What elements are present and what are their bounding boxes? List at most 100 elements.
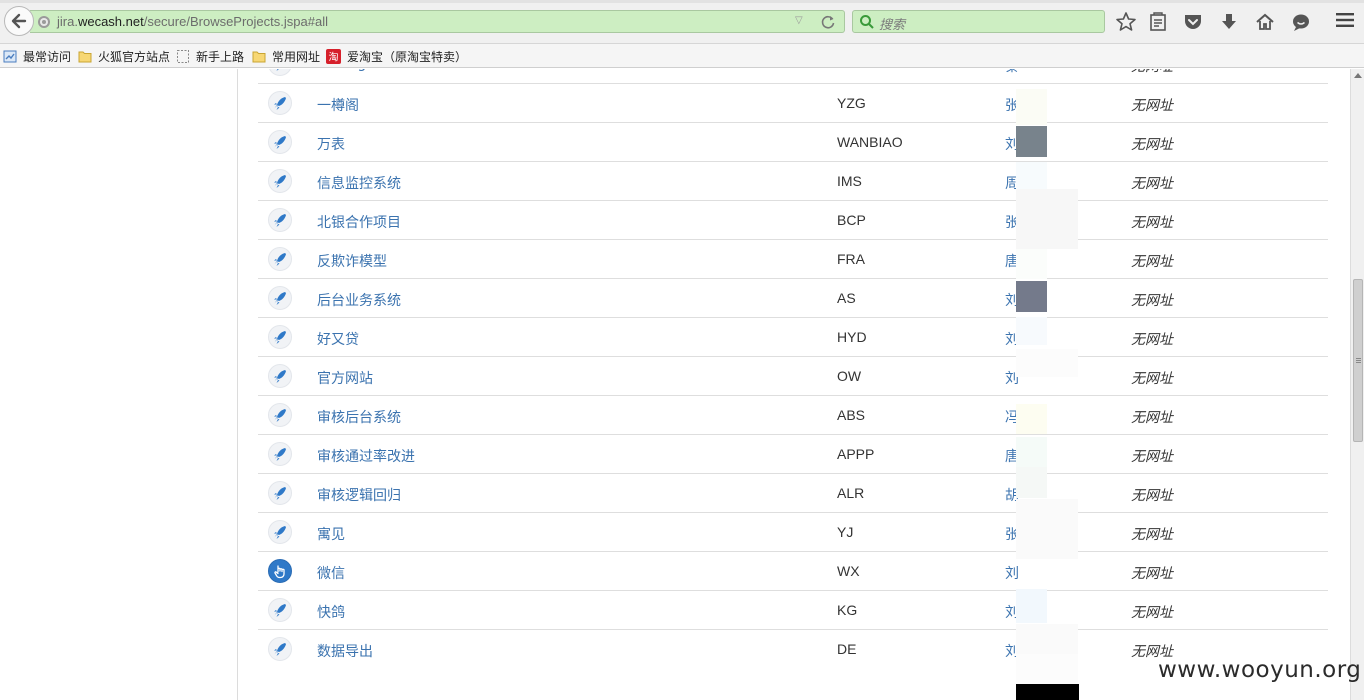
- project-name-link[interactable]: 微信: [317, 563, 345, 583]
- rocket-icon: [274, 487, 286, 500]
- rocket-icon: [274, 253, 286, 266]
- back-button[interactable]: [4, 6, 34, 36]
- project-url: 无网址: [1131, 254, 1173, 270]
- scroll-thumb[interactable]: [1353, 279, 1363, 442]
- table-row: 微信 WX 刘 无网址: [258, 551, 1328, 590]
- project-name-link[interactable]: 好又贷: [317, 329, 359, 349]
- folder-icon: [252, 51, 266, 62]
- project-name-link[interactable]: 万表: [317, 134, 345, 154]
- reload-icon[interactable]: [820, 14, 836, 30]
- tab-strip: [0, 0, 1364, 3]
- project-avatar[interactable]: [268, 208, 292, 232]
- project-avatar[interactable]: [268, 325, 292, 349]
- project-name-link[interactable]: 北银合作项目: [317, 212, 401, 232]
- table-row: 审核通过率改进 APPP 唐无网址: [258, 434, 1328, 473]
- rocket-icon: [274, 69, 279, 71]
- project-key: FRA: [837, 251, 865, 267]
- project-url: 无网址: [1131, 176, 1173, 192]
- redaction-patch: [1016, 317, 1047, 345]
- project-key: TES: [837, 69, 864, 72]
- sidebar-divider: [237, 69, 238, 700]
- table-row: 北银合作项目 BCP 张无网址: [258, 200, 1328, 239]
- project-url: 无网址: [1131, 137, 1173, 153]
- project-lead-link[interactable]: 刘: [1005, 563, 1019, 583]
- project-key: HYD: [837, 329, 867, 345]
- vertical-scrollbar[interactable]: [1350, 69, 1364, 700]
- download-icon[interactable]: [1218, 11, 1240, 33]
- project-name-link[interactable]: 审核后台系统: [317, 407, 401, 427]
- project-name-link[interactable]: 审核通过率改进: [317, 446, 415, 466]
- redaction-patch: [1016, 404, 1047, 434]
- project-name-link[interactable]: 数据导出: [317, 641, 373, 661]
- project-avatar[interactable]: [268, 403, 292, 427]
- url-dropdown-icon[interactable]: ▽: [795, 15, 809, 29]
- most-visited-icon: [3, 50, 17, 62]
- table-row: 审核后台系统 ABS 冯无网址: [258, 395, 1328, 434]
- table-row: 后台业务系统 AS 刘无网址: [258, 278, 1328, 317]
- url-bar[interactable]: jira.wecash.net/secure/BrowseProjects.js…: [30, 10, 845, 33]
- rocket-icon: [274, 214, 286, 227]
- redaction-patch: [1016, 89, 1047, 125]
- pocket-icon[interactable]: [1182, 11, 1204, 33]
- project-avatar[interactable]: [268, 442, 292, 466]
- project-avatar[interactable]: [268, 69, 292, 76]
- project-name-link[interactable]: 信息监控系统: [317, 173, 401, 193]
- project-name-link[interactable]: 审核逻辑回归: [317, 485, 401, 505]
- project-avatar[interactable]: [268, 286, 292, 310]
- reading-list-icon[interactable]: [1147, 11, 1169, 33]
- home-icon[interactable]: [1254, 11, 1276, 33]
- project-url: 无网址: [1131, 410, 1173, 426]
- project-key: OW: [837, 368, 862, 384]
- table-row: 万表 WANBIAO 刘无网址: [258, 122, 1328, 161]
- project-url: 无网址: [1131, 69, 1173, 76]
- project-avatar[interactable]: [268, 364, 292, 388]
- project-name-link[interactable]: 反欺诈模型: [317, 251, 387, 271]
- project-lead-link[interactable]: 秦: [1005, 69, 1019, 76]
- project-key: IMS: [837, 173, 862, 189]
- project-name-link[interactable]: Testing: [317, 69, 366, 72]
- project-avatar[interactable]: [268, 481, 292, 505]
- rocket-icon: [274, 604, 286, 617]
- project-avatar[interactable]: [268, 598, 292, 622]
- redaction-patch: [1016, 467, 1047, 498]
- project-name-link[interactable]: 快鸽: [317, 602, 345, 622]
- rocket-icon: [274, 409, 286, 422]
- bookmark-most-visited[interactable]: 最常访问: [3, 47, 71, 65]
- bookmark-common-sites[interactable]: 常用网址: [252, 47, 320, 65]
- project-avatar[interactable]: [268, 247, 292, 271]
- project-url: 无网址: [1131, 527, 1173, 543]
- scroll-up-arrow-icon[interactable]: [1354, 73, 1362, 78]
- project-url: 无网址: [1131, 449, 1173, 465]
- project-key: KG: [837, 602, 858, 618]
- search-box[interactable]: 搜索: [852, 10, 1105, 33]
- project-key: AS: [837, 290, 856, 306]
- project-avatar[interactable]: [268, 130, 292, 154]
- redaction-patch: [1016, 349, 1078, 377]
- project-avatar[interactable]: [268, 520, 292, 544]
- project-name-link[interactable]: 寓见: [317, 524, 345, 544]
- project-avatar[interactable]: [268, 637, 292, 661]
- bookmark-taobao[interactable]: 淘 爱淘宝（原淘宝特卖）: [326, 47, 467, 65]
- rocket-icon: [274, 331, 286, 344]
- chat-icon[interactable]: [1290, 11, 1312, 33]
- project-url: 无网址: [1131, 98, 1173, 114]
- project-url: 无网址: [1131, 566, 1173, 582]
- redaction-patch: [1016, 189, 1078, 249]
- redaction-patch: [1016, 162, 1047, 192]
- hamburger-menu-icon[interactable]: [1336, 12, 1354, 28]
- project-name-link[interactable]: 一樽阁: [317, 95, 359, 115]
- browser-toolbar: jira.wecash.net/secure/BrowseProjects.js…: [0, 0, 1364, 44]
- bookmark-getting-started[interactable]: 新手上路: [176, 47, 244, 65]
- bookmark-firefox-site[interactable]: 火狐官方站点: [78, 47, 170, 65]
- bookmark-star-icon[interactable]: [1115, 11, 1137, 33]
- project-avatar[interactable]: [268, 91, 292, 115]
- table-row: 一樽阁 YZG 张无网址: [258, 83, 1328, 122]
- project-name-link[interactable]: 官方网站: [317, 368, 373, 388]
- url-text[interactable]: jira.wecash.net/secure/BrowseProjects.js…: [57, 14, 328, 29]
- search-placeholder: 搜索: [879, 17, 906, 32]
- project-avatar[interactable]: [268, 169, 292, 193]
- project-avatar[interactable]: [268, 559, 292, 583]
- project-name-link[interactable]: 后台业务系统: [317, 290, 401, 310]
- globe-icon: [38, 16, 50, 28]
- redaction-patch: [1016, 281, 1047, 312]
